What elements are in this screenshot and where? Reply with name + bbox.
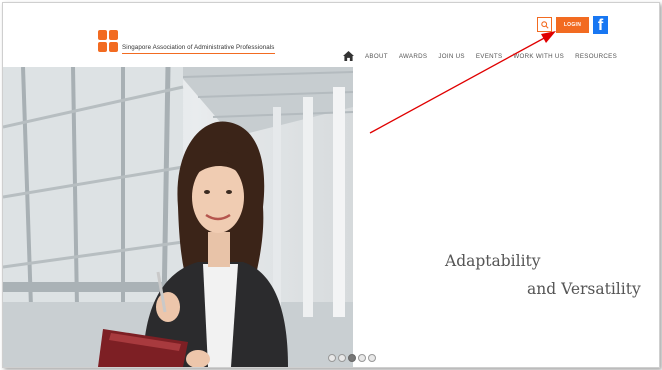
nav-item-awards[interactable]: AWARDS — [399, 53, 428, 60]
search-icon — [540, 20, 549, 29]
nav-item-join-us[interactable]: JOIN US — [438, 53, 465, 60]
site-logo[interactable]: Singapore Association of Administrative … — [98, 30, 275, 54]
carousel-dots — [328, 354, 378, 362]
hero-slogan-line1: Adaptability — [445, 252, 541, 270]
carousel-dot[interactable] — [358, 354, 366, 362]
logo-text: Singapore Association of Administrative … — [122, 44, 275, 54]
nav-item-work-with-us[interactable]: WORK WITH US — [513, 53, 564, 60]
main-nav: ABOUT AWARDS JOIN US EVENTS WORK WITH US… — [341, 49, 628, 63]
nav-item-resources[interactable]: RESOURCES — [575, 53, 617, 60]
logo-mark-icon — [98, 30, 118, 54]
carousel-dot[interactable] — [348, 354, 356, 362]
hero-banner: Adaptability and Versatility — [3, 67, 659, 367]
home-icon[interactable] — [341, 50, 355, 62]
carousel-dot[interactable] — [368, 354, 376, 362]
carousel-dot[interactable] — [338, 354, 346, 362]
hero-slogan-line2: and Versatility — [527, 280, 641, 298]
nav-item-events[interactable]: EVENTS — [476, 53, 503, 60]
search-button[interactable] — [537, 17, 552, 32]
browser-page: Singapore Association of Administrative … — [2, 2, 660, 368]
login-button[interactable]: LOGIN — [556, 17, 589, 33]
hero-photo — [3, 67, 353, 367]
facebook-icon[interactable]: f — [593, 16, 608, 34]
nav-item-about[interactable]: ABOUT — [365, 53, 388, 60]
carousel-dot[interactable] — [328, 354, 336, 362]
